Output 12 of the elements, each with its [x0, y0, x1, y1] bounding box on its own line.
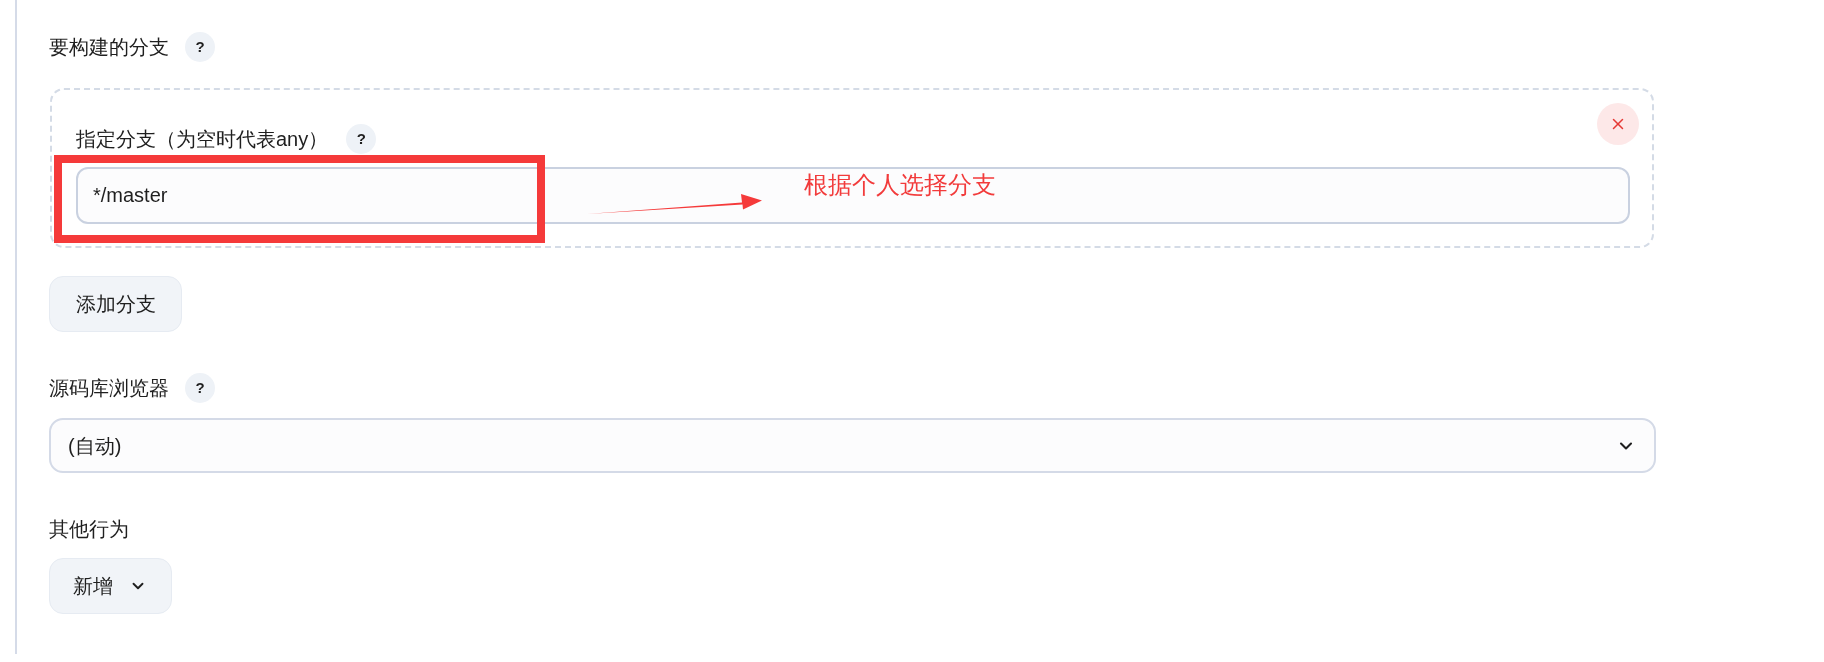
field-label: 源码库浏览器	[49, 376, 169, 401]
add-behaviour-button[interactable]: 新增	[49, 558, 172, 614]
close-button[interactable]	[1597, 103, 1639, 145]
annotation-text: 根据个人选择分支	[804, 170, 996, 200]
help-button[interactable]: ?	[185, 32, 215, 62]
help-button[interactable]: ?	[346, 124, 377, 154]
add-branch-button[interactable]: 添加分支	[49, 276, 182, 332]
field-label: 要构建的分支	[49, 35, 169, 60]
help-button[interactable]: ?	[185, 373, 215, 403]
select-field[interactable]: (自动)	[49, 418, 1656, 473]
field-label: 指定分支（为空时代表any）	[76, 127, 329, 152]
field-label: 其他行为	[49, 517, 129, 542]
